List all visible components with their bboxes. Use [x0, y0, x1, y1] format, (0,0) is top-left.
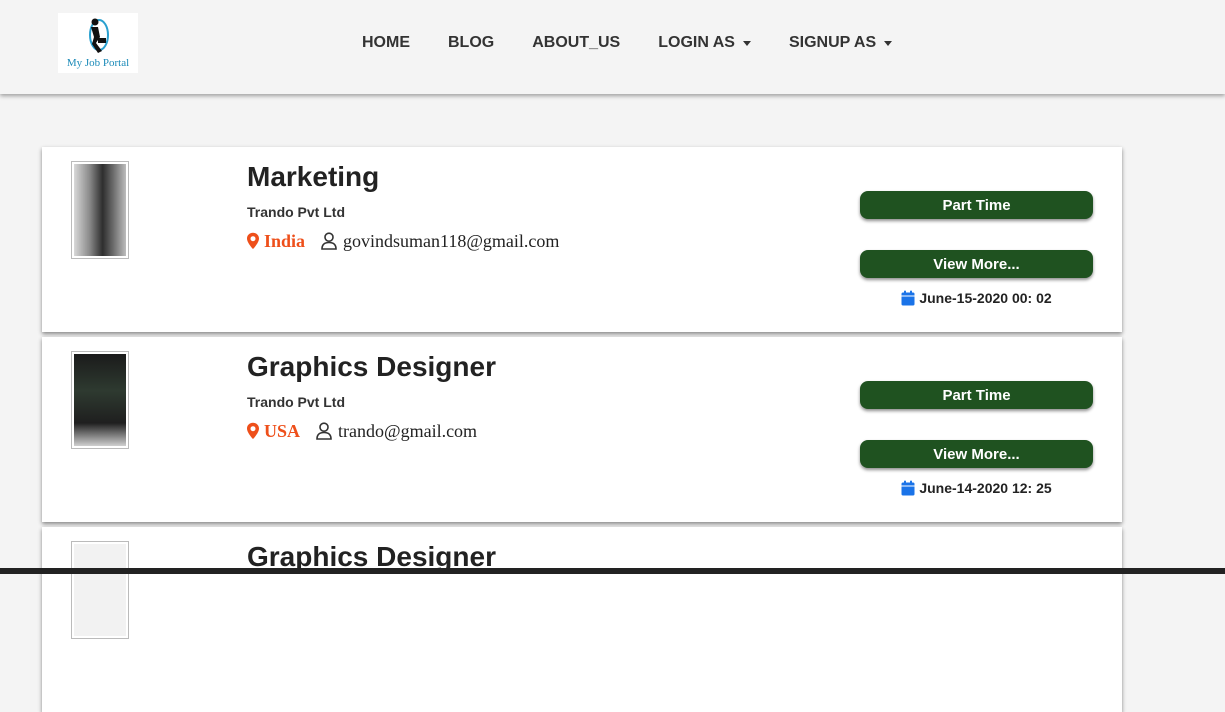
- nav-about-us-label: ABOUT_US: [532, 34, 621, 51]
- nav-about-us[interactable]: ABOUT_US: [532, 34, 620, 52]
- navbar: My Job Portal HOME BLOG ABOUT_US LOGIN A…: [0, 0, 1225, 94]
- job-meta: India govindsuman118@gmail.com: [246, 230, 559, 252]
- job-meta: USA trando@gmail.com: [246, 420, 477, 442]
- job-thumbnail: [71, 161, 129, 259]
- job-country: India: [264, 230, 306, 251]
- job-title[interactable]: Graphics Designer: [247, 351, 496, 383]
- site-logo[interactable]: My Job Portal: [58, 13, 138, 73]
- job-card: Graphics Designer: [42, 527, 1122, 712]
- view-more-button[interactable]: View More...: [860, 440, 1093, 468]
- nav-login-as-label: LOGIN AS: [658, 34, 735, 51]
- nav-login-as-dropdown[interactable]: LOGIN AS: [658, 34, 751, 52]
- nav-home-label: HOME: [362, 34, 410, 51]
- job-email: govindsuman118@gmail.com: [343, 230, 560, 251]
- main-nav: HOME BLOG ABOUT_US LOGIN AS SIGNUP AS: [344, 33, 930, 53]
- job-thumbnail: [71, 351, 129, 449]
- job-thumbnail: [71, 541, 129, 639]
- job-type-button[interactable]: Part Time: [860, 381, 1093, 409]
- logo-figure-icon: [89, 18, 109, 53]
- logo-text: My Job Portal: [66, 57, 130, 69]
- job-email: trando@gmail.com: [338, 420, 478, 441]
- nav-signup-as-label: SIGNUP AS: [788, 34, 877, 51]
- nav-signup-as-dropdown[interactable]: SIGNUP AS: [788, 34, 893, 52]
- posted-date: June-15-2020 00: 02: [860, 288, 1093, 308]
- calendar-icon: [901, 480, 915, 496]
- bottom-edge-bar: [0, 568, 1225, 574]
- user-icon: [316, 422, 332, 440]
- job-title[interactable]: Marketing: [247, 161, 379, 193]
- posted-date: June-14-2020 12: 25: [860, 478, 1093, 498]
- job-card: Marketing Trando Pvt Ltd India govindsum…: [42, 147, 1122, 332]
- job-card: Graphics Designer Trando Pvt Ltd USA tra…: [42, 337, 1122, 522]
- job-country: USA: [264, 420, 301, 441]
- posted-date-text: June-15-2020 00: 02: [919, 290, 1052, 306]
- nav-blog[interactable]: BLOG: [448, 34, 494, 52]
- caret-down-icon: [742, 40, 751, 46]
- calendar-icon: [901, 290, 915, 306]
- company-name: Trando Pvt Ltd: [247, 204, 345, 220]
- caret-down-icon: [884, 40, 893, 46]
- view-more-button[interactable]: View More...: [860, 250, 1093, 278]
- job-type-button[interactable]: Part Time: [860, 191, 1093, 219]
- nav-blog-label: BLOG: [448, 34, 495, 51]
- company-name: Trando Pvt Ltd: [247, 394, 345, 410]
- user-icon: [321, 232, 337, 250]
- posted-date-text: June-14-2020 12: 25: [919, 480, 1052, 496]
- nav-home[interactable]: HOME: [362, 34, 410, 52]
- map-marker-icon: [247, 232, 259, 249]
- map-marker-icon: [247, 422, 259, 439]
